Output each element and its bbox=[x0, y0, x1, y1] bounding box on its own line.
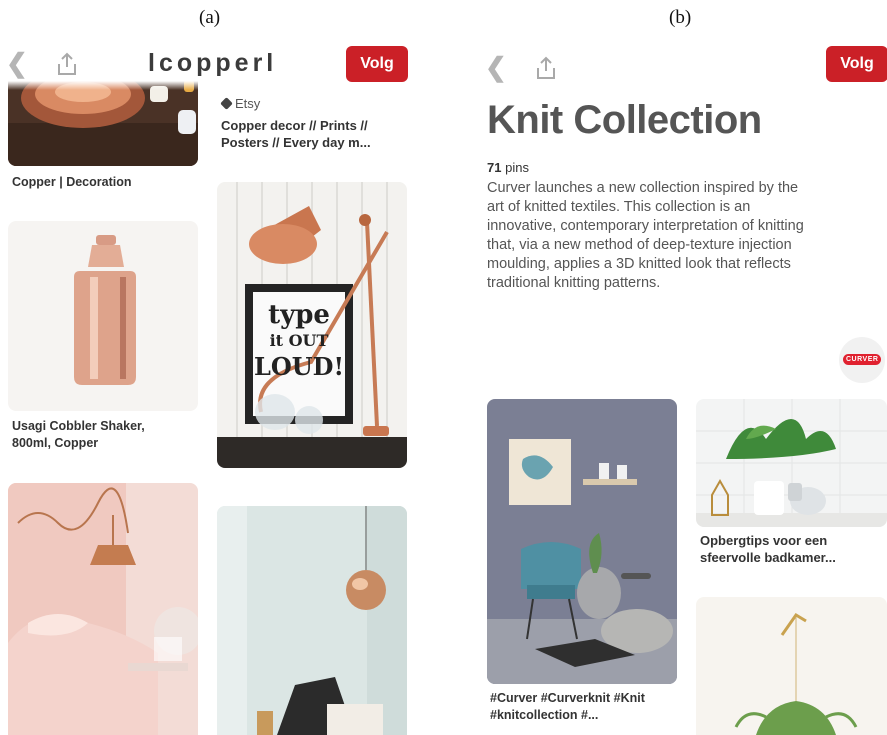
board-name: lcopperl bbox=[148, 49, 278, 77]
pin-bathroom-storage[interactable] bbox=[696, 399, 887, 527]
pin-title[interactable]: Opbergtips voor een sfeervolle badkamer.… bbox=[700, 532, 870, 566]
pin-image bbox=[487, 399, 677, 684]
board-description: Curver launches a new collection inspire… bbox=[487, 180, 804, 291]
curver-avatar[interactable]: CURVER bbox=[839, 337, 885, 383]
top-bar: ❮ Volg bbox=[471, 40, 887, 90]
follow-button[interactable]: Volg bbox=[346, 46, 408, 82]
pin-hanging-plant[interactable] bbox=[696, 597, 887, 735]
pin-curver-knit[interactable] bbox=[487, 399, 677, 684]
share-icon[interactable] bbox=[535, 56, 557, 80]
brand-badge: CURVER bbox=[843, 354, 882, 365]
pin-cobbler-shaker[interactable] bbox=[8, 221, 198, 411]
back-chevron-icon[interactable]: ❮ bbox=[485, 54, 507, 80]
board-screen-copper: Copper | Decoration Etsy Copper decor //… bbox=[0, 40, 415, 735]
pin-count-label: pins bbox=[505, 160, 529, 175]
poster-text: type it OUT LOUD! bbox=[253, 302, 345, 380]
share-icon[interactable] bbox=[56, 52, 78, 76]
caption-a: (a) bbox=[199, 7, 221, 28]
pin-image bbox=[8, 221, 198, 411]
pin-image bbox=[217, 506, 407, 735]
top-bar: ❮ lcopperl Volg bbox=[0, 40, 415, 90]
pin-title[interactable]: Copper decor // Prints // Posters // Eve… bbox=[221, 117, 401, 151]
tag-icon bbox=[220, 97, 233, 110]
board-title: Knit Collection bbox=[487, 98, 762, 142]
pin-pink-bedroom[interactable] bbox=[8, 483, 198, 735]
pin-title[interactable]: Usagi Cobbler Shaker, 800ml, Copper bbox=[12, 418, 182, 452]
pin-count-number: 71 bbox=[487, 160, 502, 175]
caption-b: (b) bbox=[669, 7, 692, 28]
pin-image bbox=[696, 399, 887, 527]
back-chevron-icon[interactable]: ❮ bbox=[6, 50, 28, 76]
follow-button[interactable]: Volg bbox=[826, 46, 887, 82]
poster-line: type bbox=[268, 300, 330, 330]
poster-line: it OUT bbox=[269, 331, 329, 350]
pin-image bbox=[8, 483, 198, 735]
pin-title[interactable]: #Curver #Curverknit #Knit #knitcollectio… bbox=[490, 690, 670, 724]
pin-source: Etsy bbox=[235, 96, 261, 111]
pin-copper-lamp[interactable]: type it OUT LOUD! bbox=[217, 182, 407, 468]
pin-title[interactable]: Copper | Decoration bbox=[12, 174, 192, 191]
board-screen-knit-collection: ❮ Volg Knit Collection 71 pins Curver la… bbox=[471, 40, 887, 735]
poster-line: LOUD! bbox=[253, 352, 345, 381]
pin-copper-pendant[interactable] bbox=[217, 506, 407, 735]
pin-image bbox=[696, 597, 887, 735]
pin-source-tag[interactable]: Etsy bbox=[220, 96, 261, 111]
pin-count: 71 pins bbox=[487, 160, 529, 175]
